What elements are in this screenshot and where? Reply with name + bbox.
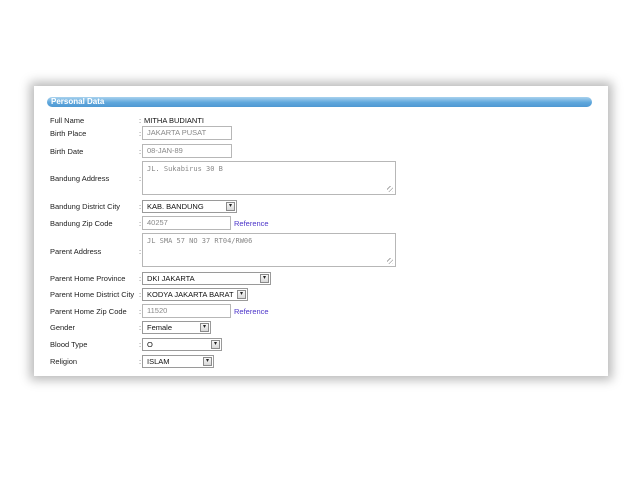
colon: : (139, 202, 142, 211)
gender-label: Gender (50, 323, 76, 332)
birth-place-input[interactable]: JAKARTA PUSAT (142, 126, 232, 140)
parent-home-district-city-value: KODYA JAKARTA BARAT (147, 290, 234, 299)
resize-grip-icon[interactable] (387, 258, 393, 264)
bandung-address-textarea[interactable]: JL. Sukabirus 30 B (142, 161, 396, 195)
chevron-down-icon[interactable]: ▾ (211, 340, 220, 349)
full-name-value: MITHA BUDIANTI (144, 116, 205, 125)
parent-home-district-city-select[interactable]: KODYA JAKARTA BARAT ▾ (142, 288, 248, 301)
bandung-zip-reference-link[interactable]: Reference (234, 219, 269, 228)
blood-type-select[interactable]: O ▾ (142, 338, 222, 351)
colon: : (139, 116, 142, 125)
parent-home-province-value: DKI JAKARTA (147, 274, 195, 283)
colon: : (139, 307, 142, 316)
chevron-down-icon[interactable]: ▾ (203, 357, 212, 366)
colon: : (139, 340, 142, 349)
section-title: Personal Data (51, 97, 105, 106)
colon: : (139, 147, 142, 156)
parent-address-textarea[interactable]: JL SMA 57 NO 37 RT04/RW06 (142, 233, 396, 267)
chevron-down-icon[interactable]: ▾ (237, 290, 246, 299)
parent-home-province-select[interactable]: DKI JAKARTA ▾ (142, 272, 271, 285)
birth-place-label: Birth Place (50, 129, 87, 138)
colon: : (139, 129, 142, 138)
chevron-down-icon[interactable]: ▾ (260, 274, 269, 283)
chevron-down-icon[interactable]: ▾ (200, 323, 209, 332)
colon: : (139, 357, 142, 366)
religion-label: Religion (50, 357, 78, 366)
resize-grip-icon[interactable] (387, 186, 393, 192)
bandung-address-label: Bandung Address (50, 174, 110, 183)
colon: : (139, 174, 142, 183)
bandung-district-city-label: Bandung District City (50, 202, 121, 211)
colon: : (139, 290, 142, 299)
religion-select[interactable]: ISLAM ▾ (142, 355, 214, 368)
parent-home-zip-code-label: Parent Home Zip Code (50, 307, 127, 316)
parent-home-district-city-label: Parent Home District City (50, 290, 135, 299)
religion-value: ISLAM (147, 357, 170, 366)
blood-type-value: O (147, 340, 153, 349)
parent-home-province-label: Parent Home Province (50, 274, 126, 283)
colon: : (139, 274, 142, 283)
bandung-address-text: JL. Sukabirus 30 B (147, 165, 223, 173)
personal-data-panel (34, 86, 608, 376)
parent-home-zip-code-input[interactable]: 11520 (142, 304, 231, 318)
full-name-label: Full Name (50, 116, 85, 125)
bandung-district-city-value: KAB. BANDUNG (147, 202, 204, 211)
colon: : (139, 219, 142, 228)
gender-value: Female (147, 323, 173, 332)
birth-date-label: Birth Date (50, 147, 84, 156)
bandung-zip-code-label: Bandung Zip Code (50, 219, 113, 228)
section-header: Personal Data (47, 97, 592, 107)
parent-address-text: JL SMA 57 NO 37 RT04/RW06 (147, 237, 253, 245)
gender-select[interactable]: Female ▾ (142, 321, 211, 334)
birth-date-input[interactable]: 08-JAN-89 (142, 144, 232, 158)
parent-zip-reference-link[interactable]: Reference (234, 307, 269, 316)
bandung-zip-code-input[interactable]: 40257 (142, 216, 231, 230)
bandung-district-city-select[interactable]: KAB. BANDUNG ▾ (142, 200, 237, 213)
blood-type-label: Blood Type (50, 340, 88, 349)
colon: : (139, 247, 142, 256)
colon: : (139, 323, 142, 332)
chevron-down-icon[interactable]: ▾ (226, 202, 235, 211)
parent-address-label: Parent Address (50, 247, 102, 256)
